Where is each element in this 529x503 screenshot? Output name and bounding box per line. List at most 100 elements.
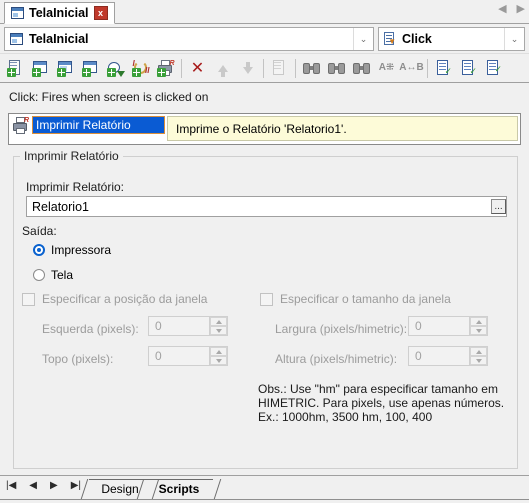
- nav-next-icon[interactable]: ▶: [50, 481, 58, 491]
- document-tab-strip: TelaInicial x ◀ ▶: [0, 0, 529, 24]
- add-download-button[interactable]: [103, 56, 128, 81]
- move-down-button[interactable]: [235, 56, 260, 81]
- nav-last-icon[interactable]: ▶|: [71, 481, 81, 491]
- width-stepper-buttons[interactable]: [469, 317, 487, 335]
- find-button[interactable]: [299, 56, 324, 81]
- sort-ab-icon: A↔B: [399, 62, 424, 73]
- radio-impressora-dot: [33, 244, 45, 256]
- validate-script-button[interactable]: ✓: [431, 56, 456, 81]
- new-script-button[interactable]: [3, 56, 28, 81]
- run-script-button[interactable]: ✓: [481, 56, 506, 81]
- left-pixels-stepper-buttons[interactable]: [209, 317, 227, 335]
- tab-scripts[interactable]: Scripts: [136, 479, 222, 499]
- tab-nav-prev-icon[interactable]: ◀: [498, 4, 506, 15]
- note-line-3: Ex.: 1000hm, 3500 hm, 100, 400: [258, 410, 433, 424]
- checkbox-specify-position-box: [22, 292, 35, 306]
- tab-nav-next-icon[interactable]: ▶: [517, 4, 525, 15]
- binoculars-find-previous-icon: [353, 62, 370, 75]
- radio-impressora[interactable]: Impressora: [33, 243, 111, 257]
- groupbox-title: Imprimir Relatório: [20, 149, 123, 163]
- new-dialog-button[interactable]: [78, 56, 103, 81]
- radio-tela[interactable]: Tela: [33, 268, 73, 282]
- width-stepper[interactable]: 0: [408, 316, 488, 336]
- new-dialog-icon: [81, 60, 100, 77]
- add-download-icon: [106, 60, 125, 77]
- tab-design-label: Design: [101, 482, 139, 496]
- find-next-button[interactable]: [324, 56, 349, 81]
- radio-tela-dot: [33, 269, 45, 281]
- new-window-icon: [31, 60, 50, 77]
- window-icon: [11, 7, 24, 19]
- properties-icon: [271, 59, 289, 77]
- top-pixels-stepper[interactable]: 0: [148, 346, 228, 366]
- report-input[interactable]: Relatorio1: [26, 196, 507, 217]
- height-stepper[interactable]: 0: [408, 346, 488, 366]
- report-field-label: Imprimir Relatório:: [26, 180, 125, 194]
- arrow-down-icon: [242, 62, 253, 74]
- properties-button[interactable]: [267, 56, 292, 81]
- script-list[interactable]: R Imprimir Relatório Imprime o Relatório…: [8, 113, 521, 145]
- toolbar-separator: [263, 58, 264, 78]
- run-script-icon: ✓: [486, 60, 502, 76]
- nav-prev-icon[interactable]: ◀: [29, 481, 37, 491]
- stepper-down-icon[interactable]: [470, 356, 487, 365]
- checkbox-specify-size[interactable]: Especificar o tamanho da janela: [260, 292, 451, 306]
- window-icon: [10, 33, 23, 45]
- width-value: 0: [415, 319, 422, 333]
- chevron-down-icon[interactable]: ⌄: [504, 28, 524, 50]
- height-value: 0: [415, 349, 422, 363]
- tab-nav-arrows: ◀ ▶: [498, 4, 525, 15]
- document-tab-telainicial[interactable]: TelaInicial x: [4, 2, 115, 24]
- size-format-note: Obs.: Use "hm" para especificar tamanho …: [258, 382, 520, 424]
- toolbar-separator: [427, 58, 428, 78]
- event-hint-text: Click: Fires when screen is clicked on: [9, 89, 209, 104]
- sort-ab-button[interactable]: A↔B: [399, 56, 424, 81]
- left-pixels-stepper[interactable]: 0: [148, 316, 228, 336]
- delete-x-icon: ✕: [190, 58, 205, 77]
- stepper-down-icon[interactable]: [210, 326, 227, 335]
- arrow-up-icon: [217, 64, 228, 77]
- new-screen-button[interactable]: [53, 56, 78, 81]
- replace-button[interactable]: A⁜: [374, 56, 399, 81]
- stepper-up-icon[interactable]: [210, 347, 227, 356]
- checkbox-specify-size-label: Especificar o tamanho da janela: [280, 292, 451, 306]
- record-nav: |◀ ◀ ▶ ▶|: [6, 481, 81, 491]
- height-stepper-buttons[interactable]: [469, 347, 487, 365]
- replace-icon: A⁜: [378, 62, 395, 73]
- toolbar-separator: [295, 58, 296, 78]
- new-screen-icon: [56, 60, 75, 77]
- top-pixels-stepper-buttons[interactable]: [209, 347, 227, 365]
- stepper-down-icon[interactable]: [210, 356, 227, 365]
- top-pixels-label: Topo (pixels):: [42, 352, 114, 366]
- move-up-button[interactable]: [210, 56, 235, 81]
- left-pixels-value: 0: [155, 319, 162, 333]
- stepper-up-icon[interactable]: [470, 317, 487, 326]
- screen-selector-value: TelaInicial: [29, 32, 89, 46]
- toolbar-separator: [181, 58, 182, 78]
- screen-selector-combo[interactable]: TelaInicial ⌄: [4, 27, 374, 51]
- note-line-2: HIMETRIC. Para pixels, use apenas número…: [258, 396, 505, 410]
- checkbox-specify-position[interactable]: Especificar a posição da janela: [22, 292, 207, 306]
- add-loop-button[interactable]: I II: [128, 56, 153, 81]
- event-selector-value-wrap: ▼ Click: [379, 32, 504, 46]
- event-selector-combo[interactable]: ▼ Click ⌄: [378, 27, 525, 51]
- check-script-button[interactable]: ✓: [456, 56, 481, 81]
- new-window-button[interactable]: [28, 56, 53, 81]
- script-toolbar: I II R ✕ A⁜ A↔B ✓ ✓ ✓: [0, 53, 529, 83]
- selector-row: TelaInicial ⌄ ▼ Click ⌄: [0, 25, 529, 53]
- add-print-button[interactable]: R: [153, 56, 178, 81]
- validate-script-icon: ✓: [436, 60, 452, 76]
- stepper-up-icon[interactable]: [210, 317, 227, 326]
- script-editor-window: TelaInicial x ◀ ▶ TelaInicial ⌄ ▼ Click: [0, 0, 529, 503]
- bottom-tab-bar: |◀ ◀ ▶ ▶| Design Scripts: [0, 475, 529, 503]
- stepper-down-icon[interactable]: [470, 326, 487, 335]
- nav-first-icon[interactable]: |◀: [6, 481, 16, 491]
- chevron-down-icon[interactable]: ⌄: [353, 28, 373, 50]
- add-print-icon: R: [156, 59, 175, 77]
- browse-button[interactable]: ...: [491, 199, 506, 214]
- stepper-up-icon[interactable]: [470, 347, 487, 356]
- script-item-name: Imprimir Relatório: [32, 116, 165, 134]
- close-icon[interactable]: x: [93, 6, 108, 20]
- delete-button[interactable]: ✕: [185, 56, 210, 81]
- find-previous-button[interactable]: [349, 56, 374, 81]
